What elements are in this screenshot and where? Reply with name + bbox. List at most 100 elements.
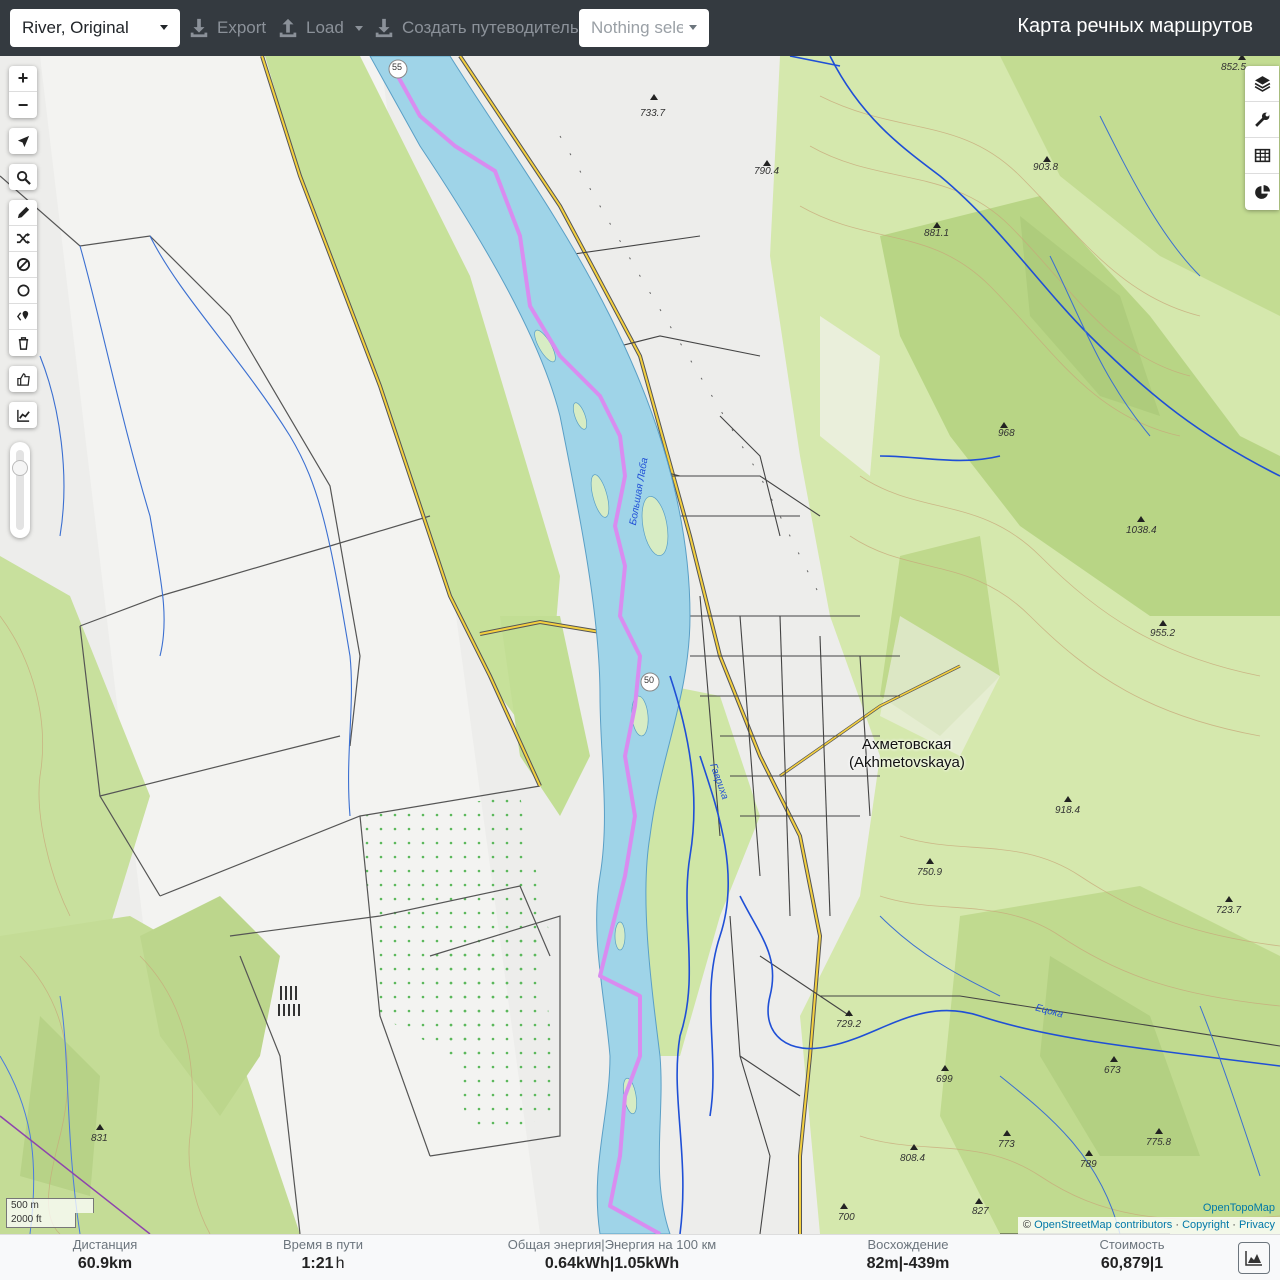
pencil-icon [17, 206, 29, 219]
profile-select[interactable]: River, Original [10, 9, 180, 47]
privacy-link[interactable]: Privacy [1239, 1219, 1275, 1231]
elevation-label: 903.8 [1033, 162, 1059, 173]
town-label: Ахметовская [862, 736, 952, 753]
zoom-control: + − [9, 66, 37, 118]
elevation-label: 723.7 [1216, 905, 1242, 916]
thumbs-up-icon [16, 372, 30, 386]
elevation-chart-button[interactable] [9, 402, 37, 428]
town-label-latin: (Akhmetovskaya) [849, 754, 965, 771]
distance-unit: km [109, 1255, 133, 1272]
selection-dropdown-value: Nothing selected [591, 18, 683, 37]
poi-button[interactable] [9, 304, 37, 330]
search-button[interactable] [9, 164, 37, 190]
energy-per100-unit: kWh [645, 1255, 680, 1272]
stats-button[interactable] [1245, 174, 1279, 210]
elevation-label: 881.1 [924, 228, 950, 239]
scale-imperial: 2000 ft [6, 1213, 76, 1228]
elevation-label: 700 [838, 1212, 855, 1223]
locate-button[interactable] [9, 128, 37, 154]
scale-metric: 500 m [6, 1198, 94, 1213]
opacity-slider[interactable] [10, 442, 30, 538]
draw-route-button[interactable] [9, 200, 37, 226]
elevation-label: 699 [936, 1074, 953, 1085]
time-value: 1:21 [301, 1255, 334, 1272]
elevation-label: 852.5 [1221, 62, 1247, 73]
elevation-label: 790.4 [754, 166, 780, 177]
app-title: Карта речных маршрутов [1017, 15, 1253, 37]
osm-contributors-link[interactable]: OpenStreetMap contributors [1034, 1219, 1172, 1231]
energy-total-unit: kWh [575, 1255, 610, 1272]
route-marker-55-label: 55 [392, 62, 403, 72]
elevation-label: 831 [91, 1133, 108, 1144]
elevation-label: 1038.4 [1126, 525, 1157, 536]
layers-icon [1254, 76, 1270, 92]
descent-value: -439 [903, 1255, 936, 1272]
elevation-label: 775.8 [1146, 1137, 1172, 1148]
separator: · [1175, 1219, 1179, 1231]
elevation-label: 827 [972, 1206, 989, 1217]
search-control [9, 164, 37, 190]
distance-value: 60.9 [77, 1255, 109, 1272]
slider-handle[interactable] [12, 460, 28, 476]
download-icon [190, 18, 208, 38]
stat-energy: Общая энергия|Энергия на 100 км 0.64kWh|… [505, 1237, 719, 1275]
load-button[interactable]: Load [277, 14, 363, 42]
routing-tools [9, 200, 37, 356]
table-button[interactable] [1245, 138, 1279, 174]
table-icon [1254, 148, 1270, 163]
layers-button[interactable] [1245, 66, 1279, 102]
elevation-label: 955.2 [1150, 628, 1176, 639]
elevation-label: 968 [998, 428, 1015, 439]
cost-value: 60,879 [1100, 1255, 1150, 1272]
elevation-label: 750.9 [917, 867, 943, 878]
topographic-map [0, 56, 1280, 1234]
download-icon [375, 18, 393, 38]
copyright-link[interactable]: Copyright [1182, 1219, 1229, 1231]
circle-icon [17, 284, 29, 297]
selection-dropdown[interactable]: Nothing selected [579, 9, 709, 47]
chevron-down-icon [689, 25, 697, 30]
map-scale: 500 m 2000 ft [6, 1198, 94, 1228]
stat-ascent: Восхождение 82m|-439m [858, 1237, 958, 1275]
create-guide-label: Создать путеводитель [402, 18, 579, 37]
stat-time: Время в пути 1:21 h [280, 1237, 366, 1275]
profile-select-value: River, Original [22, 18, 129, 37]
ban-icon [16, 257, 30, 272]
ascent-value: 82 [866, 1255, 885, 1272]
elevation-label: 729.2 [836, 1019, 862, 1030]
elevation-label: 773 [998, 1139, 1015, 1150]
location-arrow-icon [17, 135, 29, 147]
thumb-button[interactable] [9, 366, 37, 392]
opentopomap-link[interactable]: OpenTopoMap [1203, 1201, 1275, 1216]
ascent-label: Восхождение [867, 1237, 949, 1252]
distance-label: Дистанция [72, 1237, 138, 1252]
elevation-label: 733.7 [640, 108, 666, 119]
thumb-control [9, 366, 37, 392]
route-marker-50-label: 50 [644, 675, 655, 685]
delete-route-button[interactable] [9, 330, 37, 356]
trash-icon [18, 336, 28, 350]
ascent-unit: m [884, 1255, 899, 1272]
circle-button[interactable] [9, 278, 37, 304]
copyright-symbol: © [1022, 1219, 1032, 1231]
elevation-profile-button[interactable] [1238, 1242, 1270, 1274]
pie-chart-icon [1254, 184, 1270, 199]
energy-label: Общая энергия|Энергия на 100 км [507, 1237, 717, 1252]
upload-icon [279, 18, 297, 38]
right-control-bar [1245, 66, 1279, 210]
stat-distance: Дистанция 60.9km [72, 1237, 138, 1275]
zoom-in-button[interactable]: + [9, 66, 37, 92]
no-go-area-button[interactable] [9, 252, 37, 278]
separator: · [1232, 1219, 1236, 1231]
zoom-out-button[interactable]: − [9, 92, 37, 118]
map-attribution: OpenTopoMap © OpenStreetMap contributors… [1017, 1202, 1280, 1234]
export-button[interactable]: Export [188, 14, 266, 42]
chevron-down-icon [354, 25, 363, 31]
elevation-label: 808.4 [900, 1153, 926, 1164]
settings-button[interactable] [1245, 102, 1279, 138]
reroute-button[interactable] [9, 226, 37, 252]
export-label: Export [217, 18, 267, 37]
energy-total-value: 0.64 [544, 1255, 576, 1272]
map-canvas[interactable]: 55 50 Большая Лаба Гавриха Ецока Ахметов… [0, 56, 1280, 1234]
create-guide-button[interactable]: Создать путеводитель [373, 14, 579, 42]
